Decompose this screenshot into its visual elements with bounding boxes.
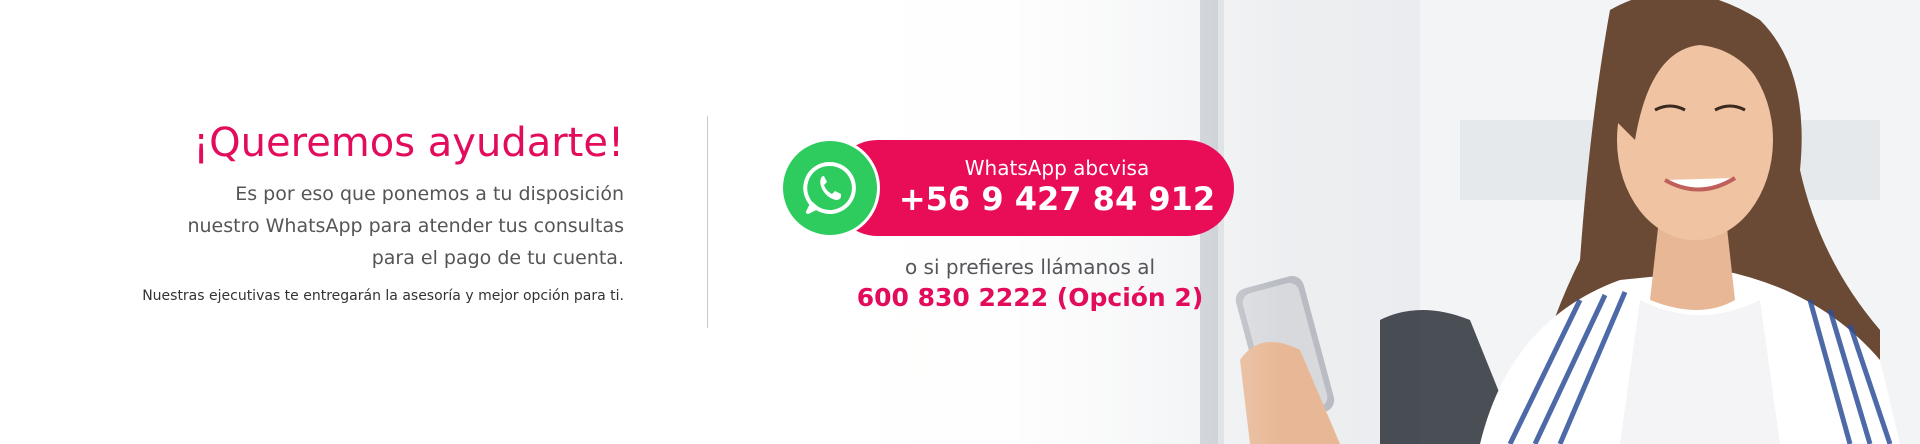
advisor-note: Nuestras ejecutivas te entregarán la ase… bbox=[142, 288, 624, 304]
whatsapp-button[interactable]: WhatsApp abcvisa +56 9 427 84 912 bbox=[780, 138, 1234, 238]
call-number[interactable]: 600 830 2222 (Opción 2) bbox=[830, 283, 1230, 312]
whatsapp-icon bbox=[803, 161, 856, 214]
intro-text: Es por eso que ponemos a tu disposición … bbox=[64, 178, 624, 274]
intro-line: para el pago de tu cuenta. bbox=[371, 247, 624, 269]
help-banner: ¡Queremos ayudarte! Es por eso que ponem… bbox=[0, 0, 1920, 444]
headline: ¡Queremos ayudarte! bbox=[193, 120, 624, 166]
intro-block: ¡Queremos ayudarte! Es por eso que ponem… bbox=[64, 120, 624, 304]
intro-line: Es por eso que ponemos a tu disposición bbox=[235, 183, 624, 205]
whatsapp-number[interactable]: +56 9 427 84 912 bbox=[890, 180, 1224, 218]
vertical-divider bbox=[707, 116, 708, 328]
call-prompt: o si prefieres llámanos al bbox=[904, 255, 1156, 279]
intro-line: nuestro WhatsApp para atender tus consul… bbox=[187, 215, 624, 237]
call-block: o si prefieres llámanos al 600 830 2222 … bbox=[830, 255, 1230, 312]
whatsapp-icon-circle[interactable] bbox=[780, 138, 880, 238]
whatsapp-label[interactable]: WhatsApp abcvisa bbox=[890, 156, 1224, 180]
